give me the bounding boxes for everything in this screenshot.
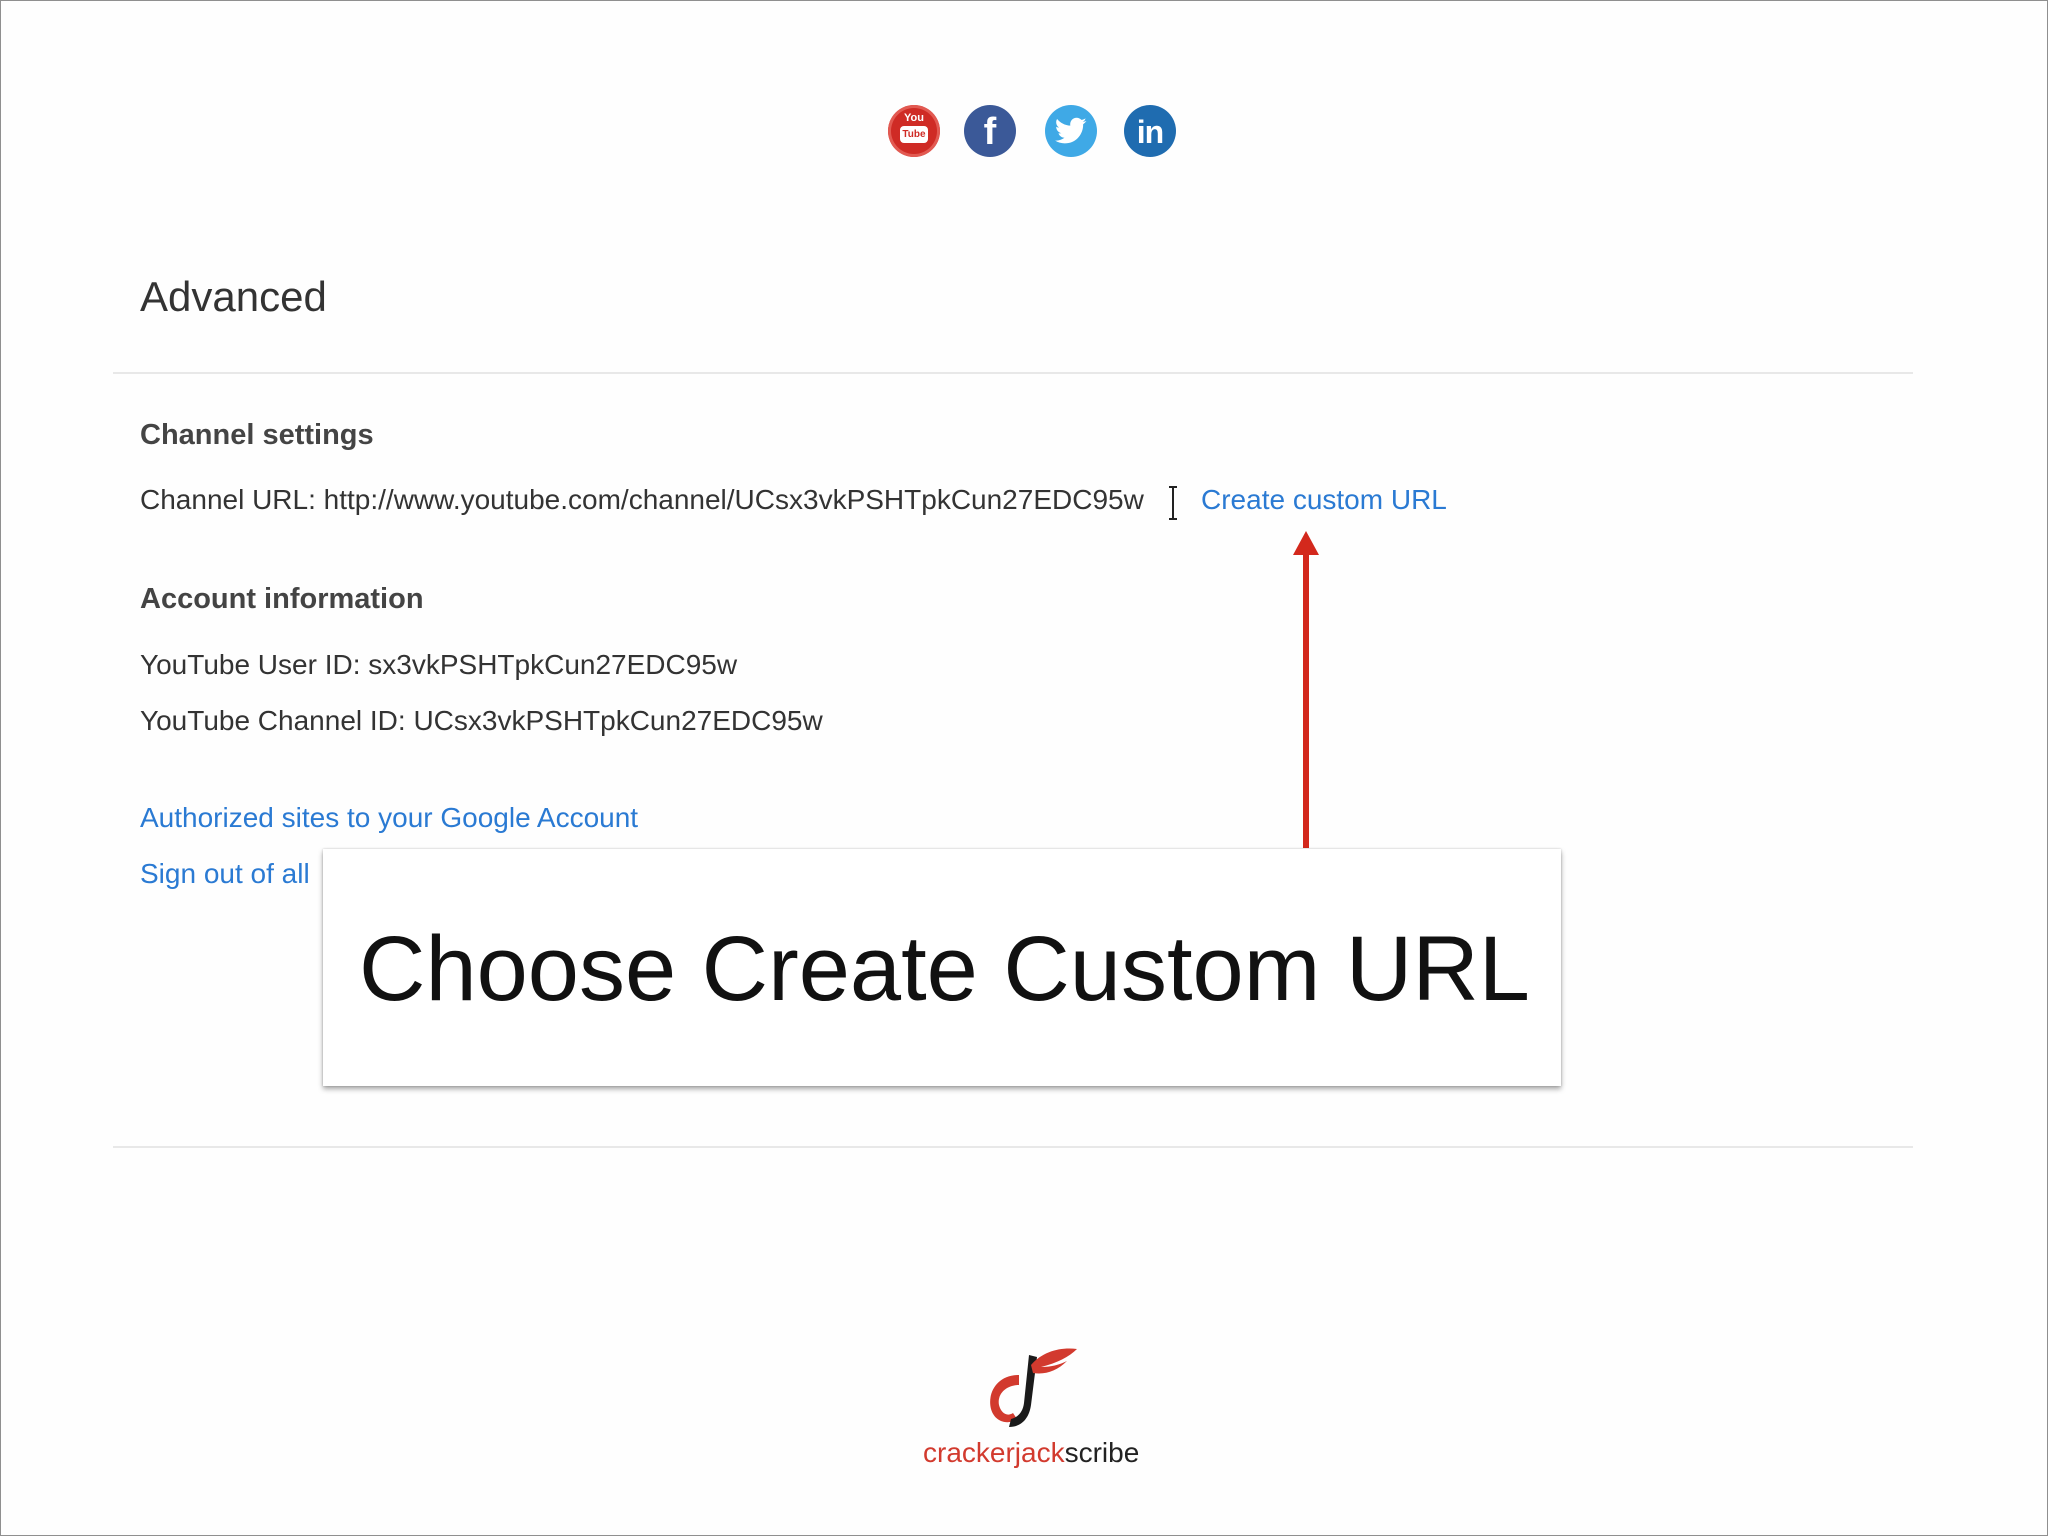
youtube-user-id-value: sx3vkPSHTpkCun27EDC95w xyxy=(368,649,738,680)
annotation-arrow-head xyxy=(1293,531,1319,555)
logo-text-crackerjack: crackerjack xyxy=(923,1437,1065,1468)
youtube-channel-id-row: YouTube Channel ID: UCsx3vkPSHTpkCun27ED… xyxy=(140,705,823,737)
youtube-icon-text-bottom: Tube xyxy=(900,126,928,143)
twitter-bird-icon xyxy=(1055,117,1087,144)
twitter-icon[interactable] xyxy=(1045,105,1097,157)
channel-url-row: Channel URL: http://www.youtube.com/chan… xyxy=(140,484,1144,516)
divider-top xyxy=(113,372,1913,374)
crackerjackscribe-logo: crackerjackscribe xyxy=(911,1345,1139,1475)
create-custom-url-link[interactable]: Create custom URL xyxy=(1201,484,1447,516)
logo-wordmark: crackerjackscribe xyxy=(923,1437,1139,1469)
logo-quill-icon xyxy=(990,1348,1077,1427)
youtube-user-id-label: YouTube User ID: xyxy=(140,649,361,680)
youtube-channel-id-label: YouTube Channel ID: xyxy=(140,705,406,736)
youtube-channel-id-value: UCsx3vkPSHTpkCun27EDC95w xyxy=(413,705,823,736)
page-title: Advanced xyxy=(140,273,327,320)
youtube-user-id-row: YouTube User ID: sx3vkPSHTpkCun27EDC95w xyxy=(140,649,737,681)
account-information-heading: Account information xyxy=(140,583,424,615)
slide-frame: You Tube f in Advanced Channel settings … xyxy=(0,0,2048,1536)
facebook-icon[interactable]: f xyxy=(964,105,1016,157)
text-cursor-icon xyxy=(1169,486,1177,520)
facebook-glyph: f xyxy=(983,111,997,153)
linkedin-icon[interactable]: in xyxy=(1124,105,1176,157)
annotation-arrow-shaft xyxy=(1303,551,1309,848)
authorized-sites-link[interactable]: Authorized sites to your Google Account xyxy=(140,802,638,834)
youtube-icon[interactable]: You Tube xyxy=(888,105,940,157)
sign-out-link[interactable]: Sign out of all xyxy=(140,858,310,890)
linkedin-glyph: in xyxy=(1136,114,1164,150)
callout-text: Choose Create Custom URL xyxy=(359,918,1530,1020)
logo-text-scribe: scribe xyxy=(1064,1437,1140,1468)
channel-url-label: Channel URL: xyxy=(140,484,316,515)
youtube-icon-text-top: You xyxy=(904,112,924,124)
channel-url-value: http://www.youtube.com/channel/UCsx3vkPS… xyxy=(323,484,1144,515)
divider-bottom xyxy=(113,1146,1913,1148)
social-icons: You Tube f in xyxy=(888,105,1178,159)
instruction-callout: Choose Create Custom URL xyxy=(323,849,1561,1086)
channel-settings-heading: Channel settings xyxy=(140,419,374,451)
